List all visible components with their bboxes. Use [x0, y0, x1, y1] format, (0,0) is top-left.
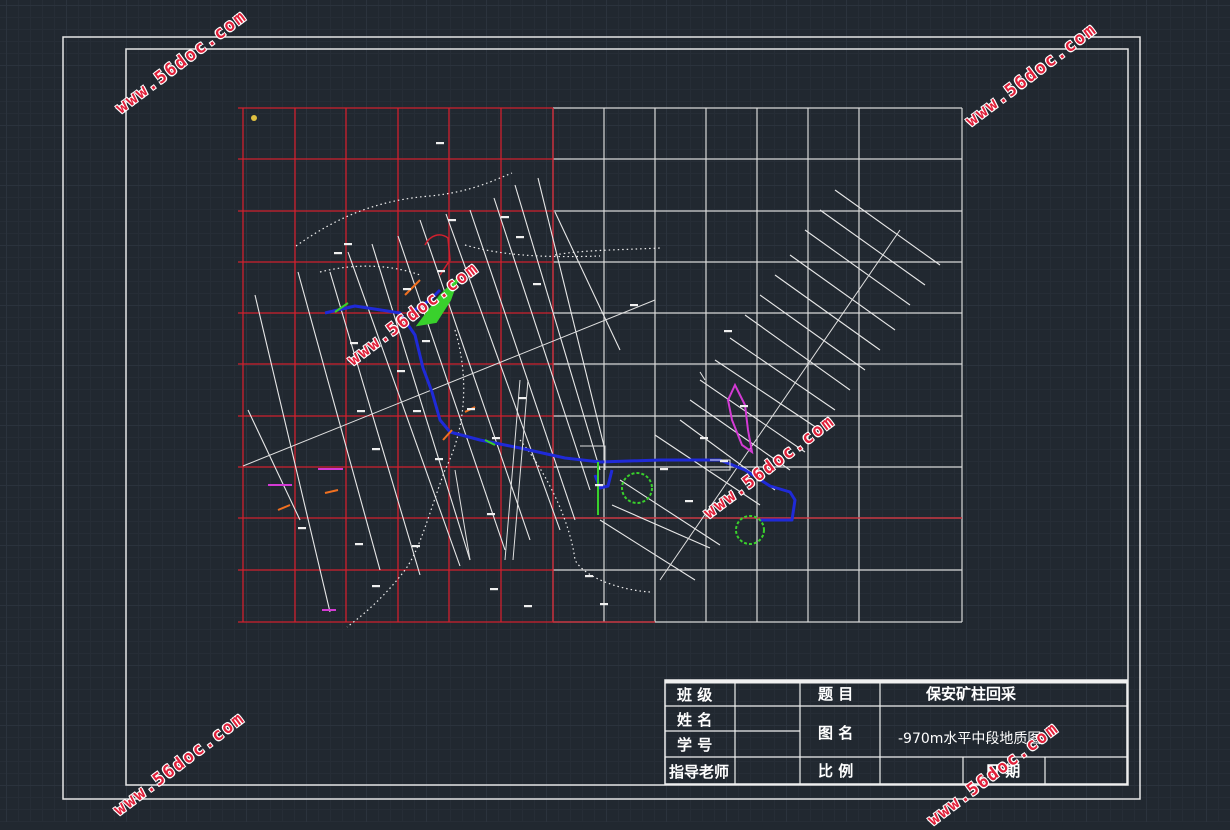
section-line: [611, 504, 711, 549]
origin-marker: [251, 115, 257, 121]
annotation-mark: [490, 588, 498, 591]
red-outline: [424, 234, 451, 276]
annotation-mark: [660, 468, 668, 471]
annotation-mark: [740, 405, 748, 408]
section-line: [759, 294, 866, 371]
section-line: [247, 409, 301, 521]
date-label: 日 期: [985, 762, 1020, 780]
annotation-mark: [448, 219, 456, 222]
annotation-mark: [372, 585, 380, 588]
student-id-label: 学 号: [677, 736, 712, 754]
drawing-name-value: -970m水平中段地质图: [898, 731, 1041, 747]
section-line: [834, 189, 941, 266]
section-line: [729, 337, 836, 411]
section-line: [254, 294, 331, 613]
annotation-mark: [487, 513, 495, 516]
annotation-mark: [435, 458, 443, 461]
annotation-mark: [685, 500, 693, 503]
advisor-label: 指导老师: [669, 763, 729, 781]
title-block: [664, 679, 1128, 785]
red-grid: [238, 107, 962, 623]
annotation-mark: [585, 575, 593, 578]
annotation-mark: [298, 527, 306, 530]
annotation-mark: [397, 370, 405, 373]
annotation-mark: [467, 408, 475, 411]
name-label: 姓 名: [677, 711, 712, 729]
annotation-mark: [344, 243, 352, 246]
annotation-mark: [524, 605, 532, 608]
drawing-name-label: 图 名: [818, 724, 853, 742]
annotation-mark: [413, 410, 421, 413]
section-line: [789, 254, 896, 331]
annotation-mark: [436, 142, 444, 145]
annotation-mark: [350, 342, 358, 345]
section-line: [619, 479, 721, 546]
annotation-mark: [595, 484, 603, 487]
section-line: [329, 271, 421, 576]
annotation-mark: [600, 603, 608, 606]
white-grid: [552, 107, 963, 623]
annotation-mark: [403, 288, 411, 291]
annotation-mark: [412, 545, 420, 548]
annotation-mark: [492, 437, 500, 440]
annotation-mark: [501, 216, 509, 219]
annotation-mark: [357, 410, 365, 413]
orange-features: [277, 279, 476, 511]
annotation-mark: [724, 330, 732, 333]
section-line: [819, 209, 926, 286]
annotation-mark: [533, 283, 541, 286]
topic-value: 保安矿柱回采: [925, 685, 1017, 703]
section-line: [554, 211, 621, 351]
survey-lines: [242, 229, 901, 581]
annotation-mark: [422, 340, 430, 343]
scale-label: 比 例: [818, 762, 853, 780]
annotation-mark: [700, 437, 708, 440]
annotation-mark: [630, 304, 638, 307]
annotation-mark: [518, 397, 526, 400]
section-line: [804, 229, 911, 306]
section-line: [297, 271, 381, 571]
annotation-mark: [334, 252, 342, 255]
section-line: [537, 177, 606, 451]
cad-drawing[interactable]: 班 级 姓 名 学 号 指导老师 题 目 保安矿柱回采 图 名 -970m水平中…: [0, 0, 1230, 822]
annotation-mark: [437, 270, 445, 273]
section-line: [371, 243, 471, 561]
section-line: [419, 219, 531, 541]
annotation-mark: [372, 448, 380, 451]
ore-contours: [295, 172, 661, 628]
annotation-mark: [355, 543, 363, 546]
class-label: 班 级: [677, 686, 713, 704]
annotation-mark: [516, 236, 524, 239]
topic-label: 题 目: [818, 685, 853, 703]
